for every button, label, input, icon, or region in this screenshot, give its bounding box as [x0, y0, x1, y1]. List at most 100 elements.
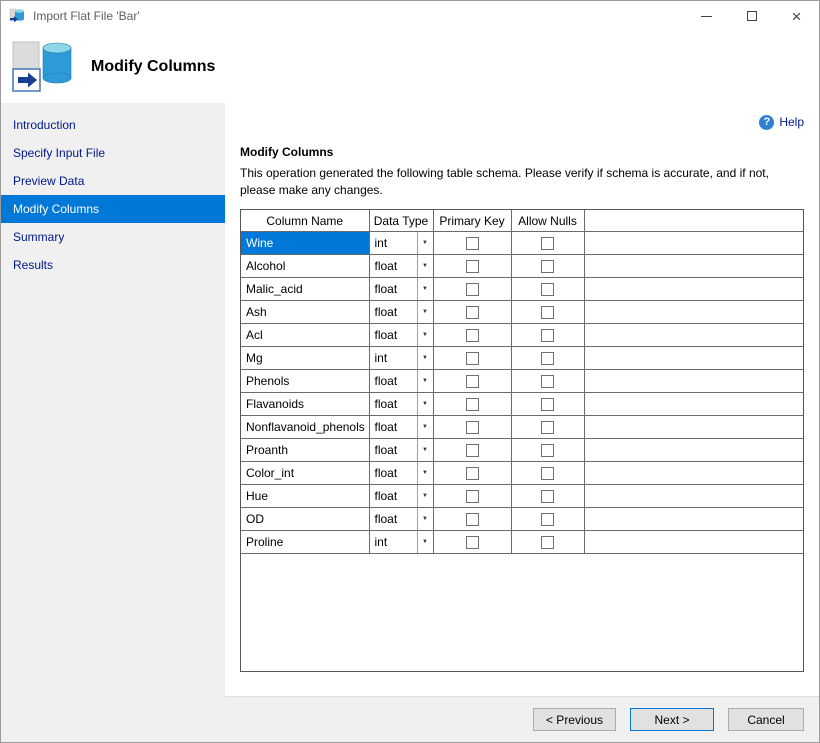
data-type-dropdown[interactable]: float▼	[370, 278, 433, 300]
chevron-down-icon[interactable]: ▼	[417, 278, 433, 300]
primary-key-cell	[433, 416, 511, 439]
sidebar-item-summary[interactable]: Summary	[1, 223, 225, 251]
data-type-cell: float▼	[369, 485, 433, 508]
column-name-cell[interactable]: Hue	[241, 485, 369, 508]
column-name-cell[interactable]: Alcohol	[241, 255, 369, 278]
column-name-cell[interactable]: Proanth	[241, 439, 369, 462]
column-name-cell[interactable]: Nonflavanoid_phenols	[241, 416, 369, 439]
data-type-dropdown[interactable]: int▼	[370, 531, 433, 553]
column-name-cell[interactable]: Proline	[241, 531, 369, 554]
row-filler-cell	[584, 278, 803, 301]
data-type-dropdown[interactable]: float▼	[370, 324, 433, 346]
primary-key-checkbox[interactable]	[466, 536, 479, 549]
allow-nulls-checkbox[interactable]	[541, 467, 554, 480]
section-title: Modify Columns	[240, 145, 804, 159]
chevron-down-icon[interactable]: ▼	[417, 416, 433, 438]
column-name-cell[interactable]: Malic_acid	[241, 278, 369, 301]
allow-nulls-checkbox[interactable]	[541, 329, 554, 342]
column-name-cell[interactable]: Acl	[241, 324, 369, 347]
previous-button[interactable]: < Previous	[533, 708, 616, 731]
data-type-dropdown[interactable]: float▼	[370, 508, 433, 530]
primary-key-checkbox[interactable]	[466, 352, 479, 365]
primary-key-checkbox[interactable]	[466, 283, 479, 296]
sidebar-item-introduction[interactable]: Introduction	[1, 111, 225, 139]
allow-nulls-checkbox[interactable]	[541, 283, 554, 296]
data-type-cell: float▼	[369, 439, 433, 462]
sidebar-item-results[interactable]: Results	[1, 251, 225, 279]
table-row: Wineint▼	[241, 232, 803, 255]
data-type-dropdown[interactable]: float▼	[370, 301, 433, 323]
sidebar-item-specify-input-file[interactable]: Specify Input File	[1, 139, 225, 167]
chevron-down-icon[interactable]: ▼	[417, 393, 433, 415]
next-button[interactable]: Next >	[630, 708, 714, 731]
column-name-cell[interactable]: Flavanoids	[241, 393, 369, 416]
allow-nulls-checkbox[interactable]	[541, 421, 554, 434]
chevron-down-icon[interactable]: ▼	[417, 508, 433, 530]
data-type-dropdown[interactable]: int▼	[370, 232, 433, 254]
data-type-dropdown[interactable]: float▼	[370, 462, 433, 484]
primary-key-checkbox[interactable]	[466, 421, 479, 434]
chevron-down-icon[interactable]: ▼	[417, 531, 433, 553]
allow-nulls-checkbox[interactable]	[541, 375, 554, 388]
row-filler-cell	[584, 462, 803, 485]
primary-key-checkbox[interactable]	[466, 329, 479, 342]
primary-key-checkbox[interactable]	[466, 375, 479, 388]
sidebar-item-preview-data[interactable]: Preview Data	[1, 167, 225, 195]
data-type-dropdown[interactable]: float▼	[370, 439, 433, 461]
sidebar-item-modify-columns[interactable]: Modify Columns	[1, 195, 225, 223]
close-button[interactable]: ×	[774, 1, 819, 31]
wizard-header: Modify Columns	[1, 31, 819, 103]
data-type-dropdown[interactable]: int▼	[370, 347, 433, 369]
primary-key-checkbox[interactable]	[466, 306, 479, 319]
primary-key-checkbox[interactable]	[466, 237, 479, 250]
column-name-cell[interactable]: Ash	[241, 301, 369, 324]
data-type-dropdown[interactable]: float▼	[370, 393, 433, 415]
chevron-down-icon[interactable]: ▼	[417, 485, 433, 507]
primary-key-checkbox[interactable]	[466, 398, 479, 411]
allow-nulls-checkbox[interactable]	[541, 536, 554, 549]
columns-table-head: Column NameData TypePrimary KeyAllow Nul…	[241, 210, 803, 232]
allow-nulls-cell	[511, 232, 584, 255]
data-type-dropdown[interactable]: float▼	[370, 485, 433, 507]
row-filler-cell	[584, 255, 803, 278]
column-name-cell[interactable]: OD	[241, 508, 369, 531]
chevron-down-icon[interactable]: ▼	[417, 370, 433, 392]
column-name-cell[interactable]: Mg	[241, 347, 369, 370]
table-row: Alcoholfloat▼	[241, 255, 803, 278]
allow-nulls-checkbox[interactable]	[541, 444, 554, 457]
import-flat-file-window: Import Flat File 'Bar' × Modify Columns …	[0, 0, 820, 743]
primary-key-checkbox[interactable]	[466, 260, 479, 273]
allow-nulls-checkbox[interactable]	[541, 237, 554, 250]
allow-nulls-cell	[511, 485, 584, 508]
column-name-cell[interactable]: Color_int	[241, 462, 369, 485]
data-type-dropdown[interactable]: float▼	[370, 255, 433, 277]
allow-nulls-checkbox[interactable]	[541, 513, 554, 526]
allow-nulls-checkbox[interactable]	[541, 490, 554, 503]
chevron-down-icon[interactable]: ▼	[417, 232, 433, 254]
allow-nulls-checkbox[interactable]	[541, 398, 554, 411]
chevron-down-icon[interactable]: ▼	[417, 324, 433, 346]
column-name-cell[interactable]: Wine	[241, 232, 369, 255]
primary-key-checkbox[interactable]	[466, 444, 479, 457]
allow-nulls-checkbox[interactable]	[541, 306, 554, 319]
primary-key-checkbox[interactable]	[466, 513, 479, 526]
help-icon: ?	[759, 115, 774, 130]
chevron-down-icon[interactable]: ▼	[417, 255, 433, 277]
column-name-cell[interactable]: Phenols	[241, 370, 369, 393]
primary-key-checkbox[interactable]	[466, 467, 479, 480]
data-type-value: float	[370, 324, 417, 346]
minimize-button[interactable]	[684, 1, 729, 31]
chevron-down-icon[interactable]: ▼	[417, 347, 433, 369]
cancel-button[interactable]: Cancel	[728, 708, 804, 731]
data-type-dropdown[interactable]: float▼	[370, 370, 433, 392]
primary-key-checkbox[interactable]	[466, 490, 479, 503]
chevron-down-icon[interactable]: ▼	[417, 462, 433, 484]
chevron-down-icon[interactable]: ▼	[417, 301, 433, 323]
help-link[interactable]: ? Help	[759, 115, 804, 130]
data-type-dropdown[interactable]: float▼	[370, 416, 433, 438]
allow-nulls-checkbox[interactable]	[541, 352, 554, 365]
chevron-down-icon[interactable]: ▼	[417, 439, 433, 461]
maximize-button[interactable]	[729, 1, 774, 31]
allow-nulls-checkbox[interactable]	[541, 260, 554, 273]
data-type-cell: int▼	[369, 347, 433, 370]
